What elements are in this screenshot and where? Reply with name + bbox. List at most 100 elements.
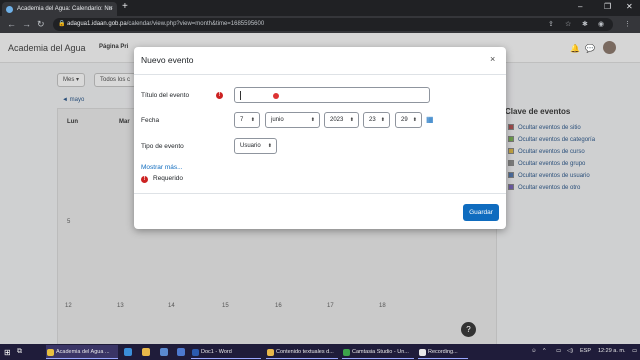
event-key-label: Ocultar eventos de categoría	[518, 137, 596, 143]
notifications-bell-icon[interactable]: 🔔	[570, 44, 580, 53]
minute-select[interactable]: 29 ⬍	[395, 112, 422, 128]
taskview-icon[interactable]: ⧉	[17, 348, 22, 356]
modal-close-icon[interactable]: ×	[490, 54, 495, 64]
url-field[interactable]: 🔒 adagua1.idaan.gob.pa/calendar/view.php…	[53, 18, 613, 31]
browser-tab[interactable]: Academia del Agua: Calendario: Nu ×	[2, 2, 117, 16]
event-key-category[interactable]: Ocultar eventos de categoría	[508, 136, 595, 143]
windows-taskbar: ⊞ ⧉ Academia del Agua ... Doc1 - Word Co…	[0, 344, 640, 360]
taskbar-item-chrome[interactable]: Academia del Agua ...	[46, 345, 118, 359]
year-select[interactable]: 2023 ⬍	[324, 112, 359, 128]
event-key-user[interactable]: Ocultar eventos de usuario	[508, 172, 590, 179]
event-key-label: Ocultar eventos de usuario	[518, 173, 590, 179]
recording-icon	[419, 349, 426, 356]
view-select[interactable]: Mes ▾	[57, 73, 86, 87]
event-key-label: Ocultar eventos de otro	[518, 185, 581, 191]
swatch-icon	[508, 160, 514, 166]
event-key-title: Clave de eventos	[505, 107, 571, 116]
taskbar-item-word[interactable]: Doc1 - Word	[191, 345, 261, 359]
event-key-course[interactable]: Ocultar eventos de curso	[508, 148, 585, 155]
day-number[interactable]: 12	[65, 303, 72, 309]
browser-tabstrip: Academia del Agua: Calendario: Nu × + – …	[0, 0, 640, 16]
extensions-icon[interactable]: ✱	[582, 20, 588, 28]
edge-icon[interactable]	[124, 348, 132, 356]
taskbar-item-label: Contenido textuales d...	[276, 349, 334, 355]
notifications-icon[interactable]: ▭	[632, 348, 637, 354]
store-icon[interactable]	[160, 348, 168, 356]
restore-button[interactable]: ❐	[604, 2, 611, 11]
minimize-button[interactable]: –	[578, 2, 582, 11]
url-path: /calendar/view.php?view=month&time=16855…	[126, 21, 265, 27]
required-icon: !	[141, 176, 148, 183]
people-icon[interactable]: ☺	[531, 348, 537, 354]
minute-value: 29	[401, 117, 408, 123]
volume-icon[interactable]: ◁)	[567, 348, 573, 354]
reload-icon[interactable]: ↻	[37, 19, 45, 30]
close-window-button[interactable]: ✕	[626, 2, 633, 11]
bookmark-star-icon[interactable]: ☆	[565, 20, 571, 28]
share-icon[interactable]: ⇪	[548, 20, 554, 28]
event-key-label: Ocultar eventos de sitio	[518, 125, 581, 131]
day-number[interactable]: 15	[222, 303, 229, 309]
day-number[interactable]: 13	[117, 303, 124, 309]
previous-month-link[interactable]: ◄ mayo	[62, 97, 84, 103]
event-key-group[interactable]: Ocultar eventos de grupo	[508, 160, 585, 167]
forward-icon[interactable]: →	[22, 19, 31, 29]
save-button[interactable]: Guardar	[463, 204, 499, 221]
profile-icon[interactable]: ◉	[598, 20, 604, 28]
messages-icon[interactable]: 💬	[585, 44, 595, 53]
help-button[interactable]: ?	[461, 322, 476, 337]
user-avatar[interactable]	[603, 41, 616, 54]
taskbar-item-recording[interactable]: Recording...	[418, 345, 468, 359]
required-note: Requerido	[153, 175, 183, 182]
mail-icon[interactable]	[177, 348, 185, 356]
month-select[interactable]: junio ⬍	[265, 112, 320, 128]
event-key-site[interactable]: Ocultar eventos de sitio	[508, 124, 581, 131]
day-value: 7	[240, 117, 244, 123]
taskbar-item-camtasia[interactable]: Camtasia Studio - Un...	[342, 345, 414, 359]
address-bar: ← → ↻ 🔒 adagua1.idaan.gob.pa/calendar/vi…	[0, 16, 640, 33]
menu-dots-icon[interactable]: ⋮	[624, 20, 631, 28]
back-icon[interactable]: ←	[7, 19, 16, 29]
clock[interactable]: 12:29 a. m.	[598, 348, 626, 354]
day-number[interactable]: 17	[327, 303, 334, 309]
nav-home-link[interactable]: Página Pri	[99, 44, 128, 50]
swatch-icon	[508, 184, 514, 190]
mouse-cursor-icon	[273, 93, 279, 99]
event-type-label: Tipo de evento	[141, 143, 184, 150]
show-more-link[interactable]: Mostrar más...	[141, 164, 183, 171]
word-icon	[192, 349, 199, 356]
tab-close-icon[interactable]: ×	[109, 2, 113, 16]
camtasia-icon	[343, 349, 350, 356]
date-label: Fecha	[141, 117, 160, 124]
windows-start-icon[interactable]: ⊞	[4, 348, 11, 357]
day-number[interactable]: 14	[168, 303, 175, 309]
modal-header: Nuevo evento ×	[134, 47, 506, 75]
calendar-picker-icon[interactable]: ▦	[426, 115, 434, 124]
month-value: junio	[271, 117, 284, 123]
event-name-input[interactable]	[234, 87, 430, 103]
select-arrow-icon: ⬍	[310, 117, 315, 123]
site-brand[interactable]: Academia del Agua	[8, 43, 86, 53]
modal-footer	[134, 193, 506, 194]
lock-icon: 🔒	[58, 21, 66, 27]
day-number[interactable]: 5	[67, 219, 70, 225]
event-name-label: Título del evento	[141, 92, 190, 99]
taskbar-item-folder[interactable]: Contenido textuales d...	[266, 345, 338, 359]
select-arrow-icon: ⬍	[380, 117, 385, 123]
select-arrow-icon: ⬍	[267, 143, 272, 149]
day-number[interactable]: 18	[379, 303, 386, 309]
hour-select[interactable]: 23 ⬍	[363, 112, 390, 128]
new-event-modal: Nuevo evento × Título del evento ! Fecha…	[134, 47, 506, 229]
network-icon[interactable]: ▭	[556, 348, 561, 354]
file-explorer-icon[interactable]	[142, 348, 150, 356]
language-indicator[interactable]: ESP	[580, 348, 591, 354]
new-tab-button[interactable]: +	[122, 1, 128, 12]
day-number[interactable]: 16	[275, 303, 282, 309]
select-arrow-icon: ⬍	[412, 117, 417, 123]
event-type-select[interactable]: Usuario ⬍	[234, 138, 277, 154]
event-key-other[interactable]: Ocultar eventos de otro	[508, 184, 580, 191]
tray-chevron-icon[interactable]: ^	[543, 348, 546, 354]
course-select[interactable]: Todos los c	[94, 73, 137, 87]
day-select[interactable]: 7 ⬍	[234, 112, 260, 128]
folder-icon	[267, 349, 274, 356]
